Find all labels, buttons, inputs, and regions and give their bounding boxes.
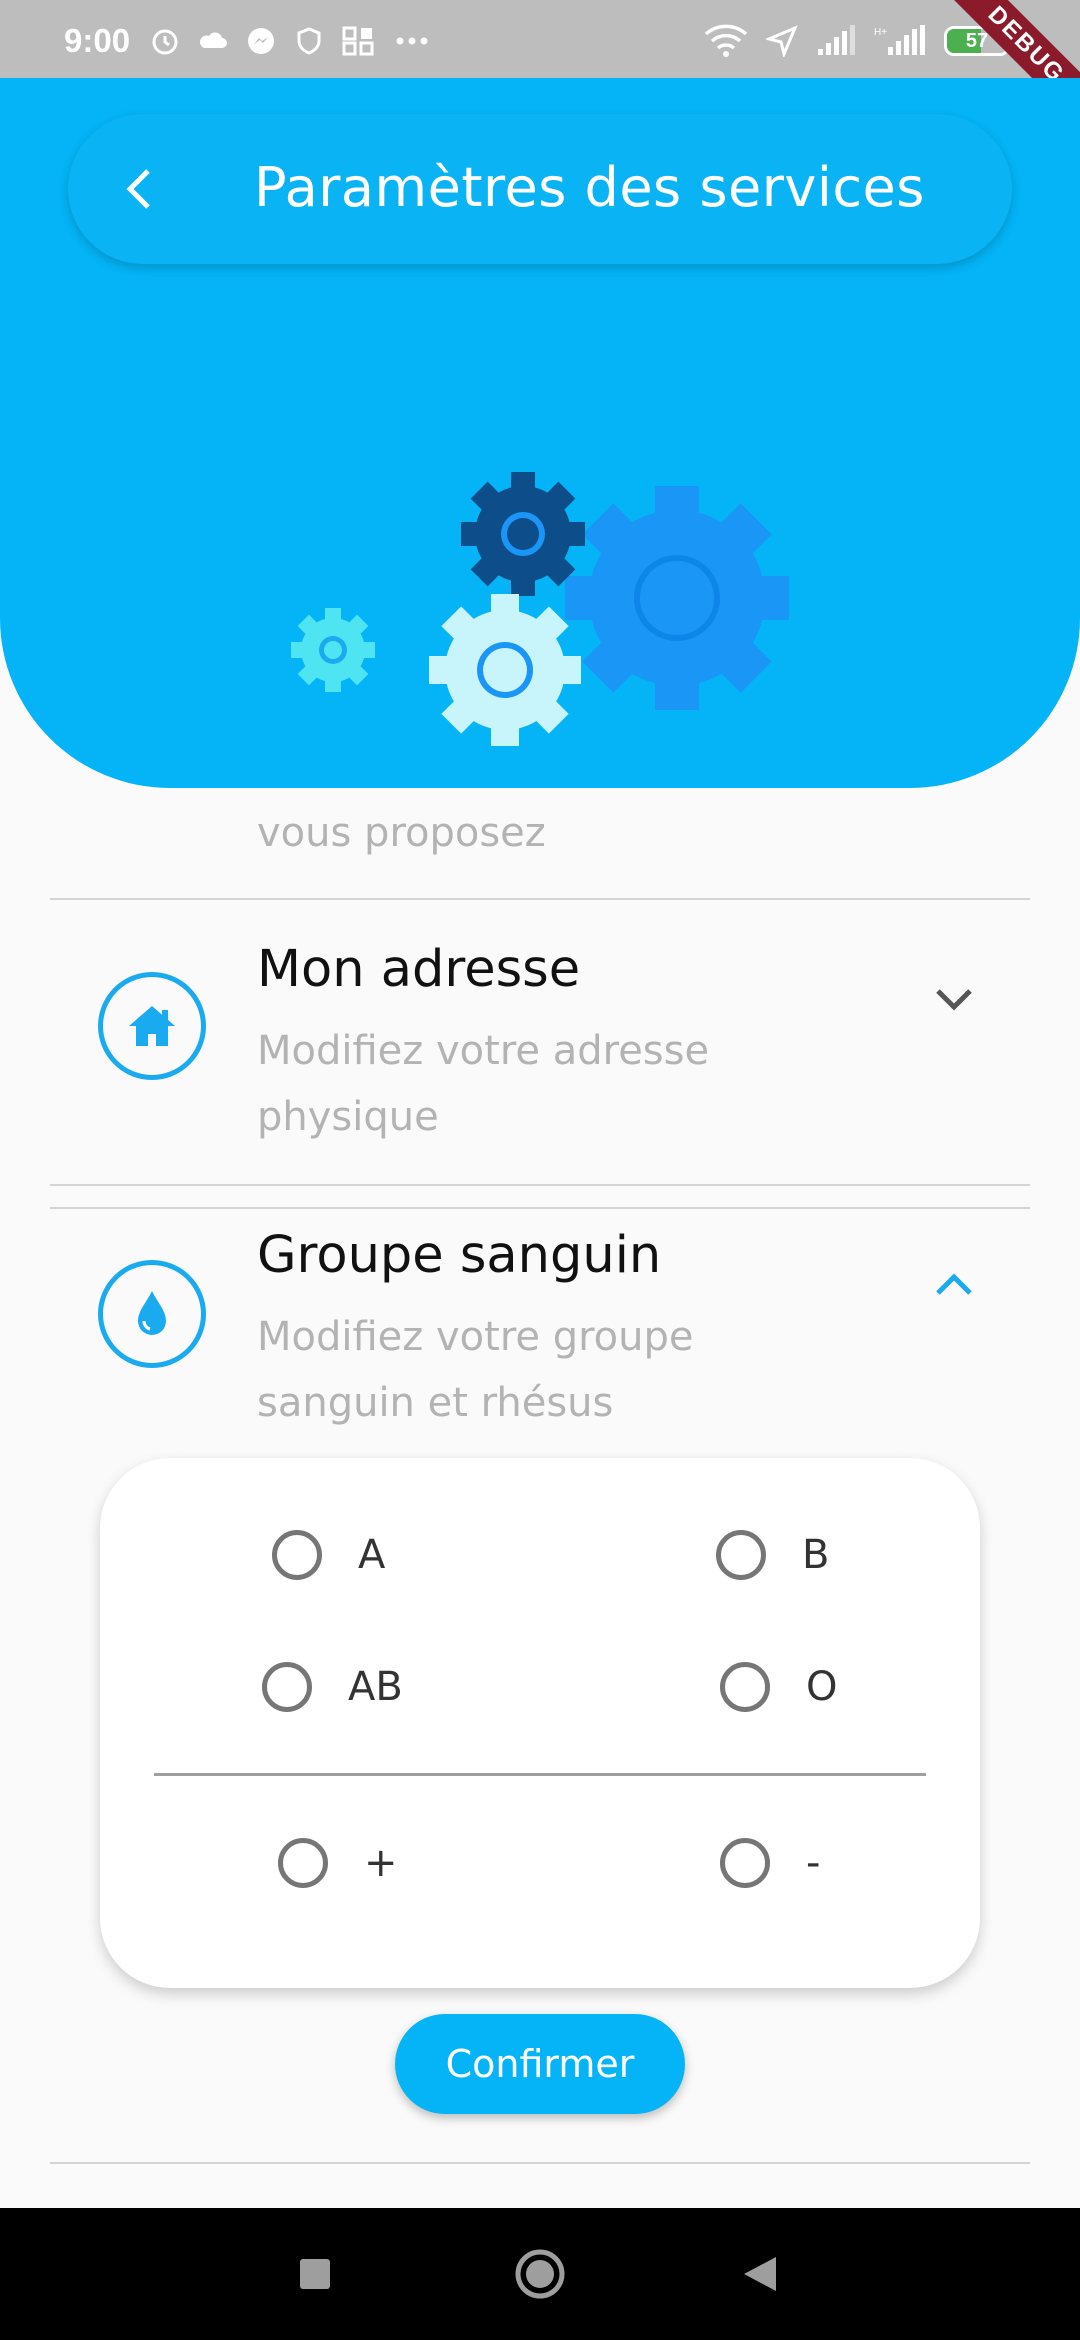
gears-illustration bbox=[291, 472, 789, 746]
alarm-icon bbox=[152, 29, 178, 55]
radio-option-o[interactable]: O bbox=[720, 1662, 837, 1712]
divider bbox=[50, 2162, 1030, 2164]
more-dots-icon bbox=[396, 37, 428, 45]
divider bbox=[50, 1184, 1030, 1186]
divider bbox=[50, 1207, 1030, 1209]
radio-button[interactable] bbox=[720, 1662, 770, 1712]
divider bbox=[50, 898, 1030, 900]
blood-icon-ring bbox=[98, 1260, 206, 1368]
status-right-icons: H+ 57 bbox=[704, 24, 1010, 58]
address-icon-ring bbox=[98, 972, 206, 1080]
svg-text:H+: H+ bbox=[874, 27, 887, 38]
radio-label: AB bbox=[348, 1664, 403, 1710]
radio-option-a[interactable]: A bbox=[272, 1530, 385, 1580]
status-bar: 9:00 H+ 57 DEBUG bbox=[0, 0, 1080, 137]
radio-option-ab[interactable]: AB bbox=[262, 1662, 403, 1712]
blood-title: Groupe sanguin bbox=[257, 1226, 662, 1285]
radio-button[interactable] bbox=[272, 1530, 322, 1580]
page-title: Paramètres des services bbox=[254, 156, 925, 219]
blood-group-card: A B AB O + - bbox=[100, 1458, 980, 1988]
blood-subtitle: Modifiez votre groupe sanguin et rhésus bbox=[257, 1314, 694, 1426]
radio-label: + bbox=[364, 1840, 398, 1886]
back-button[interactable] bbox=[108, 159, 168, 219]
grid-icon bbox=[342, 26, 374, 56]
back-triangle-icon bbox=[744, 2257, 776, 2291]
radio-button[interactable] bbox=[278, 1838, 328, 1888]
title-bar: Paramètres des services bbox=[68, 114, 1012, 264]
water-drop-icon bbox=[138, 1291, 166, 1335]
address-subtitle: Modifiez votre adresse physique bbox=[257, 1028, 710, 1140]
chevron-up-icon[interactable] bbox=[928, 1258, 980, 1310]
cloud-icon bbox=[200, 32, 227, 48]
recent-apps-icon bbox=[300, 2259, 330, 2289]
card-divider bbox=[154, 1773, 926, 1776]
back-nav-button[interactable] bbox=[700, 2208, 820, 2340]
home-button[interactable] bbox=[480, 2208, 600, 2340]
radio-button[interactable] bbox=[262, 1662, 312, 1712]
radio-option-b[interactable]: B bbox=[716, 1530, 829, 1580]
status-left-icons bbox=[150, 26, 430, 56]
chevron-down-icon[interactable] bbox=[928, 974, 980, 1026]
radio-label: - bbox=[806, 1840, 821, 1886]
location-icon bbox=[766, 25, 798, 57]
header: Paramètres des services bbox=[0, 78, 1080, 788]
signal-h-plus-icon: H+ bbox=[874, 25, 925, 55]
radio-option-rh-positive[interactable]: + bbox=[278, 1838, 398, 1888]
radio-label: B bbox=[802, 1532, 830, 1578]
nav-bar bbox=[0, 2208, 1080, 2340]
radio-label: O bbox=[806, 1664, 838, 1710]
shield-icon bbox=[297, 27, 321, 55]
radio-label: A bbox=[358, 1532, 386, 1578]
wifi-icon bbox=[704, 24, 748, 57]
services-subtitle-tail: vous proposez bbox=[257, 810, 546, 856]
chevron-left-icon bbox=[126, 169, 150, 209]
home-circle-icon bbox=[515, 2249, 565, 2299]
signal-icon bbox=[818, 25, 855, 55]
radio-option-rh-negative[interactable]: - bbox=[720, 1838, 820, 1888]
address-title: Mon adresse bbox=[257, 940, 581, 999]
home-icon bbox=[129, 1006, 175, 1046]
radio-button[interactable] bbox=[720, 1838, 770, 1888]
recent-apps-button[interactable] bbox=[255, 2208, 375, 2340]
status-time: 9:00 bbox=[64, 22, 131, 59]
messenger-icon bbox=[248, 28, 274, 54]
radio-button[interactable] bbox=[716, 1530, 766, 1580]
confirm-button[interactable]: Confirmer bbox=[395, 2014, 685, 2114]
